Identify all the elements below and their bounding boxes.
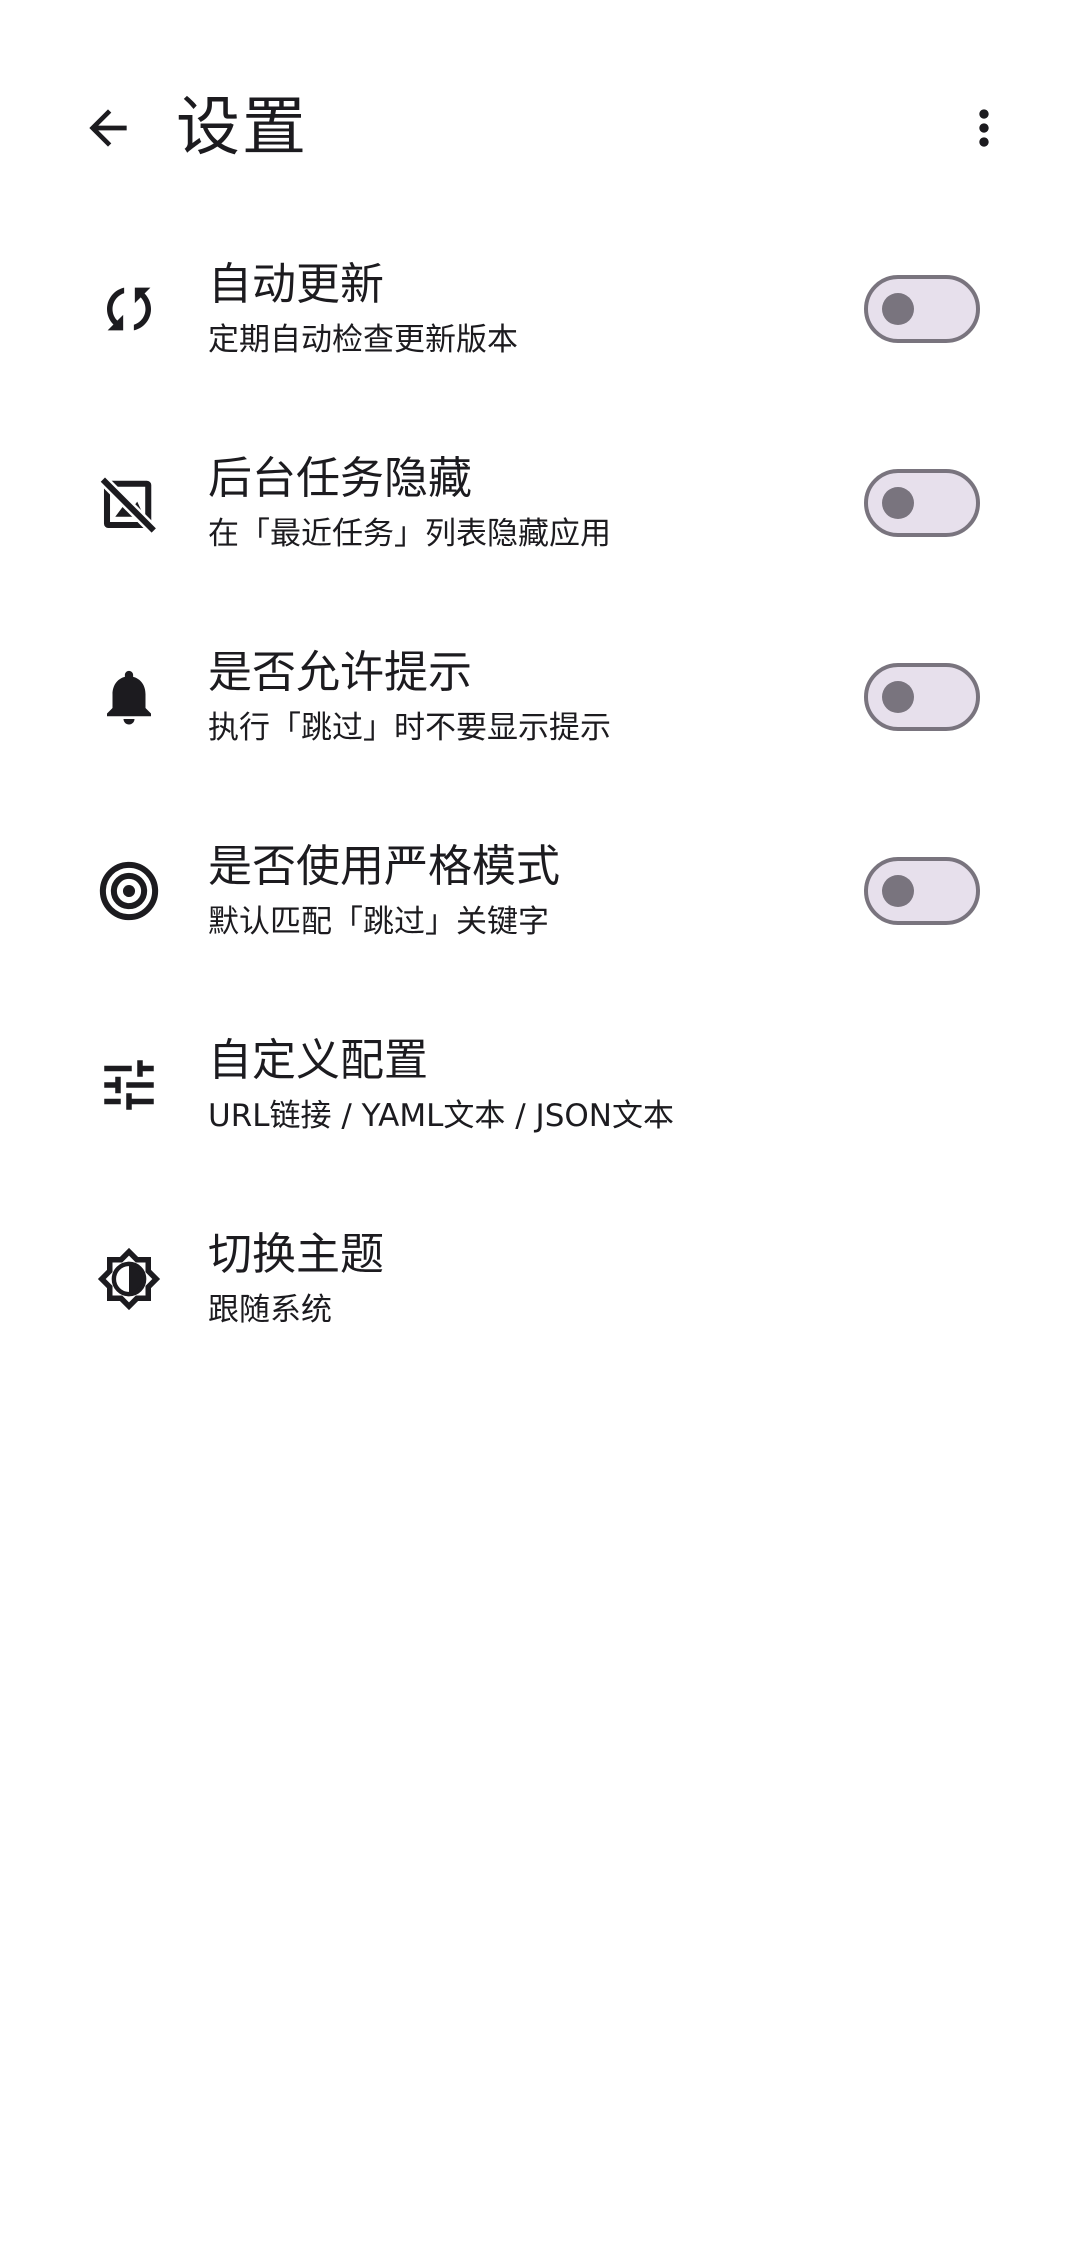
- switch-thumb: [882, 487, 914, 519]
- hide-image-icon: [90, 464, 168, 542]
- setting-label: 自定义配置: [208, 1035, 428, 1086]
- top-app-bar: 设置: [0, 50, 1080, 180]
- back-button[interactable]: [60, 80, 156, 176]
- setting-theme[interactable]: 切换主题 跟随系统: [0, 1182, 1080, 1376]
- switch-thumb: [882, 293, 914, 325]
- setting-strict-mode[interactable]: 是否使用严格模式 默认匹配「跳过」关键字: [0, 794, 1080, 988]
- page-title: 设置: [176, 91, 308, 165]
- setting-label: 是否使用严格模式: [208, 841, 560, 892]
- setting-description: 跟随系统: [208, 1292, 332, 1328]
- arrow-back-icon: [89, 109, 127, 147]
- hide-recents-switch[interactable]: [864, 469, 980, 537]
- strict-mode-switch[interactable]: [864, 857, 980, 925]
- switch-thumb: [882, 875, 914, 907]
- setting-label: 切换主题: [208, 1229, 384, 1280]
- setting-auto-update[interactable]: 自动更新 定期自动检查更新版本: [0, 212, 1080, 406]
- setting-label: 是否允许提示: [208, 647, 472, 698]
- brightness-icon: [90, 1240, 168, 1318]
- setting-description: 默认匹配「跳过」关键字: [208, 904, 549, 940]
- setting-custom-config[interactable]: 自定义配置 URL链接 / YAML文本 / JSON文本: [0, 988, 1080, 1182]
- allow-toast-switch[interactable]: [864, 663, 980, 731]
- setting-hide-recents[interactable]: 后台任务隐藏 在「最近任务」列表隐藏应用: [0, 406, 1080, 600]
- bell-icon: [90, 658, 168, 736]
- sync-icon: [90, 270, 168, 348]
- setting-description: 定期自动检查更新版本: [208, 322, 518, 358]
- setting-label: 后台任务隐藏: [208, 453, 472, 504]
- auto-update-switch[interactable]: [864, 275, 980, 343]
- setting-description: URL链接 / YAML文本 / JSON文本: [208, 1098, 674, 1134]
- target-icon: [90, 852, 168, 930]
- tune-icon: [90, 1046, 168, 1124]
- setting-label: 自动更新: [208, 259, 384, 310]
- settings-list: 自动更新 定期自动检查更新版本 后台任务隐藏 在「最近任务」列表隐藏应用 是否允…: [0, 212, 1080, 1376]
- more-options-button[interactable]: [936, 80, 1032, 176]
- more-vert-icon: [979, 109, 989, 147]
- setting-description: 执行「跳过」时不要显示提示: [208, 710, 611, 746]
- setting-description: 在「最近任务」列表隐藏应用: [208, 516, 611, 552]
- setting-allow-toast[interactable]: 是否允许提示 执行「跳过」时不要显示提示: [0, 600, 1080, 794]
- switch-thumb: [882, 681, 914, 713]
